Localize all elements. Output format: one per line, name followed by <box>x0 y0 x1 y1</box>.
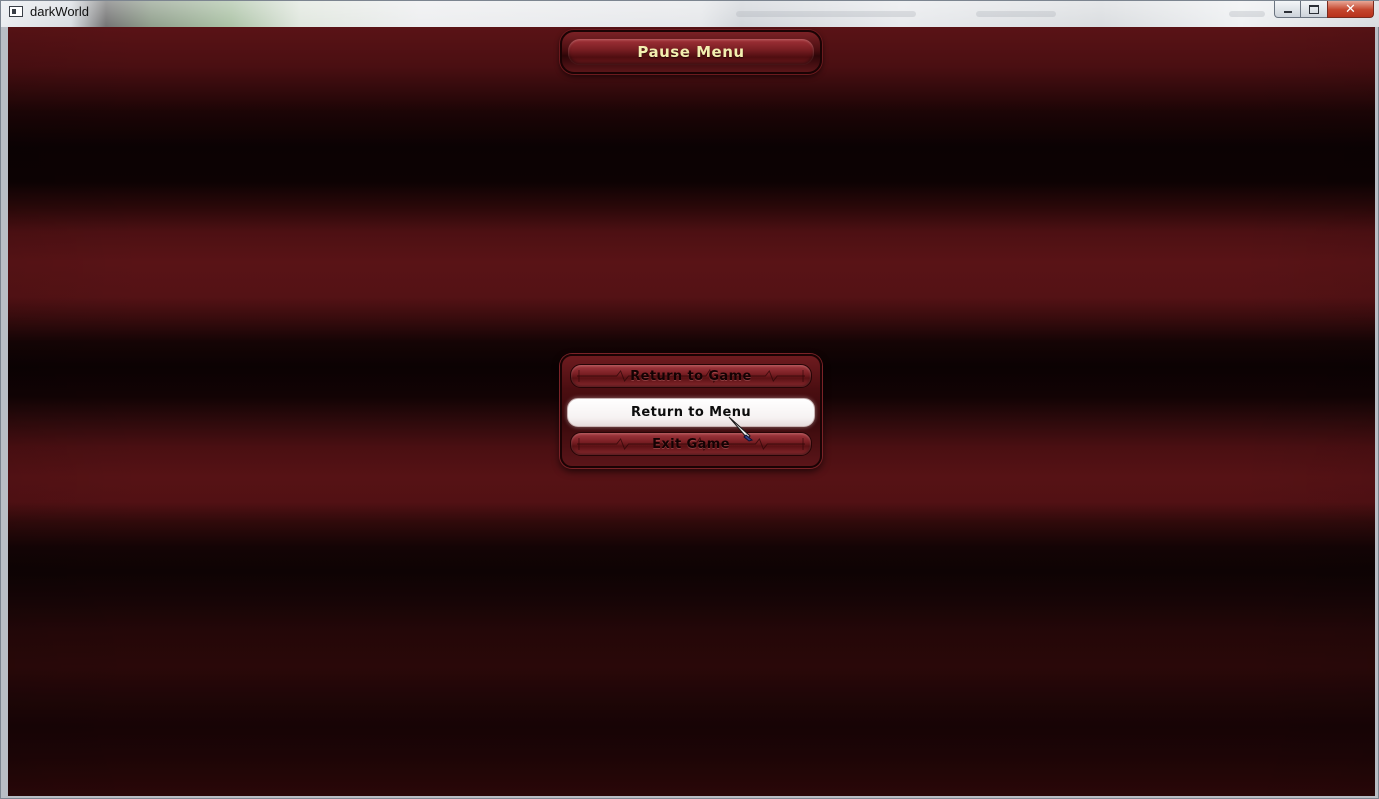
return-to-game-label: Return to Game <box>630 368 752 384</box>
title-bar[interactable]: darkWorld ✕ <box>1 1 1379 27</box>
blurred-background <box>976 11 1056 17</box>
close-icon: ✕ <box>1345 1 1356 17</box>
close-button[interactable]: ✕ <box>1327 1 1374 18</box>
exit-game-button[interactable]: Exit Game <box>570 432 812 456</box>
minimize-icon <box>1283 10 1292 13</box>
return-to-menu-button[interactable]: Return to Menu <box>567 398 815 427</box>
blurred-background <box>1229 11 1265 17</box>
maximize-icon <box>1309 4 1319 14</box>
window-title: darkWorld <box>30 4 90 19</box>
maximize-button[interactable] <box>1300 1 1328 18</box>
blurred-background <box>736 11 916 17</box>
game-viewport[interactable]: Pause Menu Return to Game Return to Menu <box>8 27 1375 796</box>
pause-menu-panel: Return to Game Return to Menu Exit Game <box>560 354 822 468</box>
game-window: darkWorld ✕ Pause Menu Return to Game Re… <box>0 0 1379 799</box>
pause-title-inner: Pause Menu <box>568 39 814 65</box>
pause-title-plate: Pause Menu <box>560 30 822 74</box>
app-window-icon[interactable] <box>9 6 23 17</box>
pen-cursor-icon <box>728 416 758 442</box>
exit-game-label: Exit Game <box>652 436 730 452</box>
return-to-game-button[interactable]: Return to Game <box>570 364 812 388</box>
page-title: Pause Menu <box>637 43 745 61</box>
minimize-button[interactable] <box>1274 1 1301 18</box>
